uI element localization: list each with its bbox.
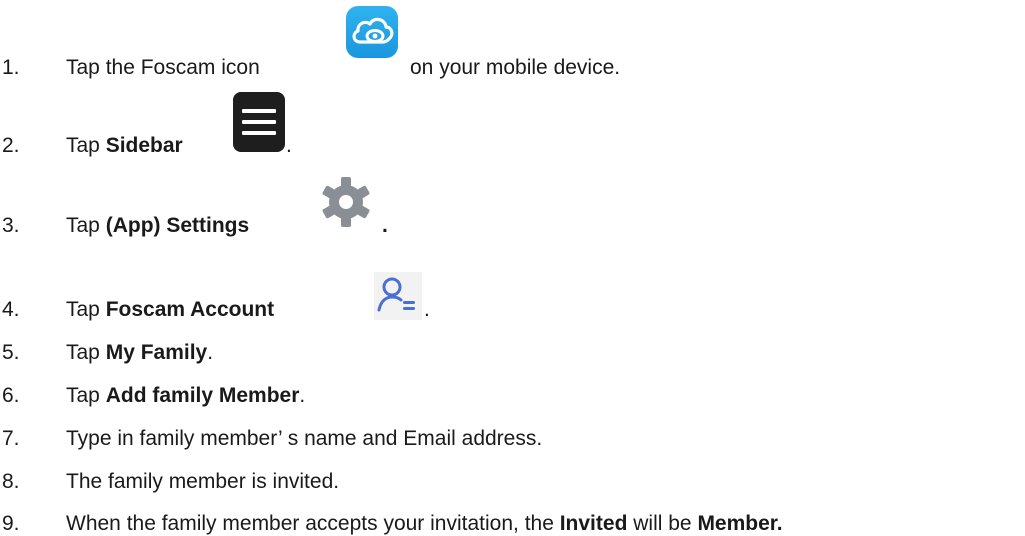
step-6: 6. Tap Add family Member.: [0, 384, 305, 408]
step-3: 3. Tap (App) Settings: [0, 214, 249, 238]
step-text-suffix: .: [207, 341, 214, 364]
step-text: The family member is invited.: [66, 470, 340, 493]
step-text-suffix: .: [299, 384, 306, 407]
step-3-suffix: .: [382, 214, 388, 238]
step-4: 4. Tap Foscam Account: [0, 298, 274, 322]
step-text: Tap the Foscam icon: [66, 56, 260, 79]
step-7: 7. Type in family member’ s name and Emai…: [0, 427, 542, 451]
step-bold-text: Invited: [559, 512, 628, 535]
step-text: Tap: [66, 341, 106, 364]
step-text: When the family member accepts your invi…: [66, 512, 560, 535]
step-number: 4.: [2, 298, 20, 321]
foscam-cloud-icon: [346, 6, 398, 58]
step-number: 7.: [2, 427, 20, 450]
step-number: 2.: [2, 134, 20, 157]
step-bold-text: My Family: [105, 341, 208, 364]
menu-icon: [233, 92, 285, 152]
step-number: 6.: [2, 384, 20, 407]
account-icon: [374, 272, 422, 320]
step-1-suffix: on your mobile device.: [410, 56, 620, 80]
step-number: 3.: [2, 214, 20, 237]
step-number: 9.: [2, 512, 20, 535]
step-1: 1. Tap the Foscam icon: [0, 56, 260, 80]
step-number: 1.: [2, 56, 20, 79]
step-4-suffix: .: [424, 298, 430, 322]
step-2-suffix: .: [286, 134, 292, 158]
step-bold-text: Foscam Account: [105, 298, 275, 321]
step-text-middle: will be: [627, 512, 698, 535]
gear-icon: [318, 174, 374, 230]
step-text: Tap: [66, 214, 106, 237]
step-bold-text: Sidebar: [105, 134, 183, 157]
step-text-suffix: .: [286, 134, 292, 157]
step-bold-text-2: Member.: [697, 512, 783, 535]
step-8: 8. The family member is invited.: [0, 470, 339, 494]
step-2: 2. Tap Sidebar: [0, 134, 183, 158]
step-9: 9. When the family member accepts your in…: [0, 512, 783, 536]
step-5: 5. Tap My Family.: [0, 341, 213, 365]
step-text: Tap: [66, 298, 106, 321]
step-text: Tap: [66, 384, 106, 407]
step-text-suffix: .: [382, 214, 388, 237]
step-bold-text: Add family Member: [105, 384, 300, 407]
step-text: Type in family member’ s name and Email …: [66, 427, 543, 450]
step-number: 8.: [2, 470, 20, 493]
step-bold-text: (App) Settings: [105, 214, 250, 237]
step-text-suffix: .: [424, 298, 430, 321]
step-number: 5.: [2, 341, 20, 364]
step-text: Tap: [66, 134, 106, 157]
step-text-suffix: on your mobile device.: [410, 56, 621, 79]
